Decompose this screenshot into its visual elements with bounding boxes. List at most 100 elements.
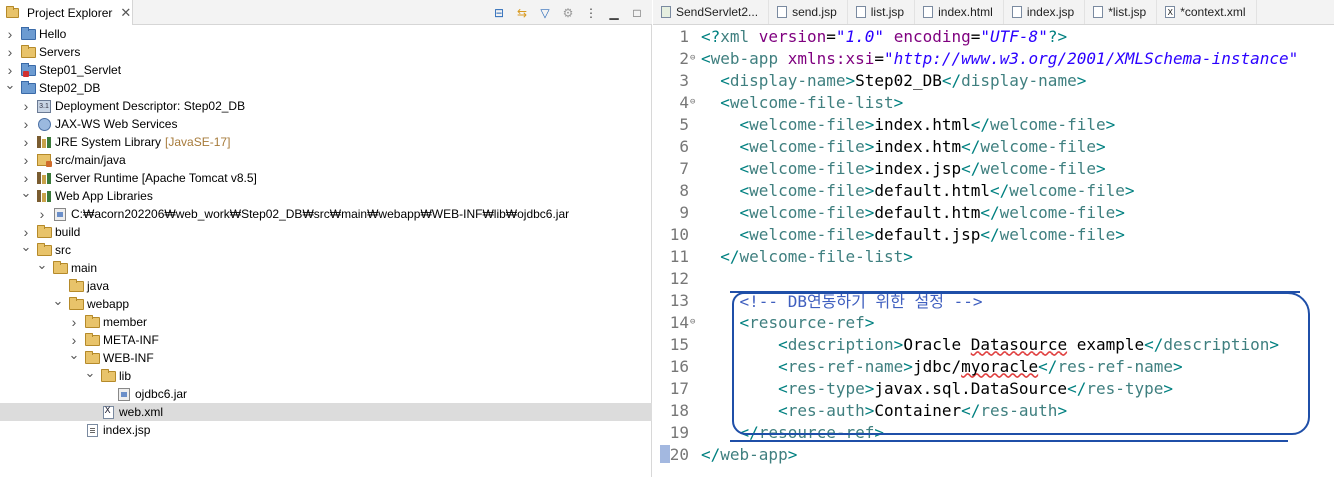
chevron-down-icon[interactable]: ⌄ bbox=[20, 239, 32, 254]
minimize-icon[interactable]: ▁ bbox=[607, 6, 621, 20]
editor-tab[interactable]: index.html bbox=[915, 0, 1004, 24]
chevron-down-icon[interactable]: ⌄ bbox=[20, 185, 32, 200]
fold-toggle-icon[interactable]: ⊖ bbox=[690, 97, 699, 107]
focus-on-active-task-icon[interactable]: ⚙ bbox=[561, 6, 575, 20]
tree-item[interactable]: › JAX-WS Web Services bbox=[0, 115, 652, 133]
tree-item[interactable]: › JRE System Library [JavaSE-17] bbox=[0, 133, 652, 151]
chevron-right-icon[interactable]: › bbox=[20, 98, 32, 114]
editor-tab[interactable]: list.jsp bbox=[848, 0, 916, 24]
tree-item[interactable]: › member bbox=[0, 313, 652, 331]
chevron-down-icon[interactable]: ⌄ bbox=[36, 257, 48, 272]
chevron-down-icon[interactable]: ⌄ bbox=[68, 347, 80, 362]
code-line[interactable]: 11 </welcome-file-list> bbox=[653, 245, 1334, 267]
chevron-down-icon[interactable]: ⌄ bbox=[84, 365, 96, 380]
tab-project-explorer[interactable]: Project Explorer ✕ bbox=[0, 0, 133, 25]
tree-item[interactable]: › Servers bbox=[0, 43, 652, 61]
code-token: Container bbox=[874, 400, 962, 420]
tree-item[interactable]: web.xml bbox=[0, 403, 652, 421]
code-token: < bbox=[778, 400, 788, 420]
code-line[interactable]: 1 <?xml version="1.0" encoding="UTF-8"?> bbox=[653, 25, 1334, 47]
collapse-all-icon[interactable]: ⊟ bbox=[492, 6, 506, 20]
maximize-icon[interactable]: □ bbox=[630, 6, 644, 20]
chevron-right-icon[interactable]: › bbox=[36, 206, 48, 222]
annotation-line-bottom bbox=[730, 440, 1288, 442]
code-token: </ bbox=[941, 70, 962, 90]
tree-item[interactable]: ⌄ Web App Libraries bbox=[0, 185, 652, 205]
code-token: > bbox=[903, 246, 913, 266]
code-line[interactable]: 6 <welcome-file>index.htm</welcome-file> bbox=[653, 135, 1334, 157]
code-token: xml bbox=[720, 26, 759, 46]
tree-item[interactable]: ⌄ main bbox=[0, 257, 652, 277]
code-token: welcome-file bbox=[749, 180, 865, 200]
editor-tab-label: index.jsp bbox=[1026, 5, 1075, 19]
code-line[interactable]: 12 bbox=[653, 267, 1334, 289]
code-line[interactable]: 15 <description>Oracle Datasource exampl… bbox=[653, 333, 1334, 355]
chevron-right-icon[interactable]: › bbox=[20, 134, 32, 150]
code-token: res-type bbox=[1086, 378, 1164, 398]
link-with-editor-icon[interactable]: ⇆ bbox=[515, 6, 529, 20]
chevron-right-icon[interactable]: › bbox=[68, 314, 80, 330]
code-line[interactable]: 16 <res-ref-name>jdbc/myoracle</res-ref-… bbox=[653, 355, 1334, 377]
code-line[interactable]: 7 <welcome-file>index.jsp</welcome-file> bbox=[653, 157, 1334, 179]
code-line[interactable]: 2 ⊖ <web-app xmlns:xsi="http://www.w3.org/… bbox=[653, 47, 1334, 69]
chevron-right-icon[interactable]: › bbox=[20, 116, 32, 132]
view-menu-icon[interactable]: ⋮ bbox=[584, 6, 598, 20]
tree-item[interactable]: index.jsp bbox=[0, 421, 652, 439]
editor-tab[interactable]: index.jsp bbox=[1004, 0, 1086, 24]
tree-item-label: META-INF bbox=[103, 333, 159, 347]
code-line[interactable]: 20 </web-app> bbox=[653, 443, 1334, 465]
code-line[interactable]: 4 ⊖ <welcome-file-list> bbox=[653, 91, 1334, 113]
code-line[interactable]: 5 <welcome-file>index.html</welcome-file… bbox=[653, 113, 1334, 135]
tree-item[interactable]: › Server Runtime [Apache Tomcat v8.5] bbox=[0, 169, 652, 187]
fold-toggle-icon[interactable]: ⊖ bbox=[690, 317, 699, 327]
editor-tab[interactable]: X *context.xml bbox=[1157, 0, 1257, 24]
editor-tab[interactable]: *list.jsp bbox=[1085, 0, 1158, 24]
project-tree: › Hello › Servers › Step01_Servlet ⌄ Step02_DB ›… bbox=[0, 25, 652, 439]
chevron-right-icon[interactable]: › bbox=[4, 62, 16, 78]
code-line[interactable]: 9 <welcome-file>default.htm</welcome-fil… bbox=[653, 201, 1334, 223]
code-token: > bbox=[874, 422, 885, 442]
code-token: </ bbox=[701, 444, 721, 464]
tree-item[interactable]: › Hello bbox=[0, 25, 652, 43]
code-line[interactable]: 18 <res-auth>Container</res-auth> bbox=[653, 399, 1334, 421]
chevron-down-icon[interactable]: ⌄ bbox=[52, 293, 64, 308]
tree-item[interactable]: ⌄ WEB-INF bbox=[0, 347, 652, 367]
tree-item[interactable]: ⌄ src bbox=[0, 239, 652, 259]
tree-item[interactable]: ⌄ lib bbox=[0, 365, 652, 385]
code-line[interactable]: 10 <welcome-file>default.jsp</welcome-fi… bbox=[653, 223, 1334, 245]
tree-item[interactable]: › build bbox=[0, 223, 652, 241]
tree-item[interactable]: › META-INF bbox=[0, 331, 652, 349]
tree-item[interactable]: ⌄ webapp bbox=[0, 293, 652, 313]
filter-icon[interactable]: ▽ bbox=[538, 6, 552, 20]
tree-item[interactable]: › 3.1 Deployment Descriptor: Step02_DB bbox=[0, 97, 652, 115]
chevron-right-icon[interactable]: › bbox=[68, 332, 80, 348]
tree-item[interactable]: ⌄ Step02_DB bbox=[0, 77, 652, 97]
chevron-right-icon[interactable]: › bbox=[20, 170, 32, 186]
line-number: 2 bbox=[679, 48, 689, 68]
code-token: > bbox=[864, 180, 875, 200]
line-number: 10 bbox=[669, 224, 689, 244]
tree-item[interactable]: › C:₩acorn202206₩web_work₩Step02_DB₩src₩m… bbox=[0, 205, 652, 223]
chevron-down-icon[interactable]: ⌄ bbox=[4, 77, 16, 92]
code-line[interactable]: 17 <res-type>javax.sql.DataSource</res-t… bbox=[653, 377, 1334, 399]
tree-item[interactable]: java bbox=[0, 277, 652, 295]
tree-item[interactable]: ojdbc6.jar bbox=[0, 385, 652, 403]
code-token: resource-ref bbox=[749, 312, 865, 332]
fold-toggle-icon[interactable]: ⊖ bbox=[690, 53, 699, 63]
code-line[interactable]: 3 <display-name>Step02_DB</display-name> bbox=[653, 69, 1334, 91]
editor-tab[interactable]: send.jsp bbox=[769, 0, 848, 24]
code-line[interactable]: 8 <welcome-file>default.html</welcome-fi… bbox=[653, 179, 1334, 201]
code-area[interactable]: 1 <?xml version="1.0" encoding="UTF-8"?> 2… bbox=[653, 25, 1334, 465]
editor-tab[interactable]: SendServlet2... bbox=[653, 0, 770, 24]
chevron-right-icon[interactable]: › bbox=[20, 152, 32, 168]
tree-item[interactable]: › Step01_Servlet bbox=[0, 61, 652, 79]
chevron-right-icon[interactable]: › bbox=[20, 224, 32, 240]
chevron-right-icon[interactable]: › bbox=[4, 26, 16, 42]
chevron-right-icon[interactable]: › bbox=[4, 44, 16, 60]
close-icon[interactable]: ✕ bbox=[120, 6, 131, 19]
tree-item[interactable]: › src/main/java bbox=[0, 151, 652, 169]
code-line[interactable]: 14 ⊖ <resource-ref> bbox=[653, 311, 1334, 333]
